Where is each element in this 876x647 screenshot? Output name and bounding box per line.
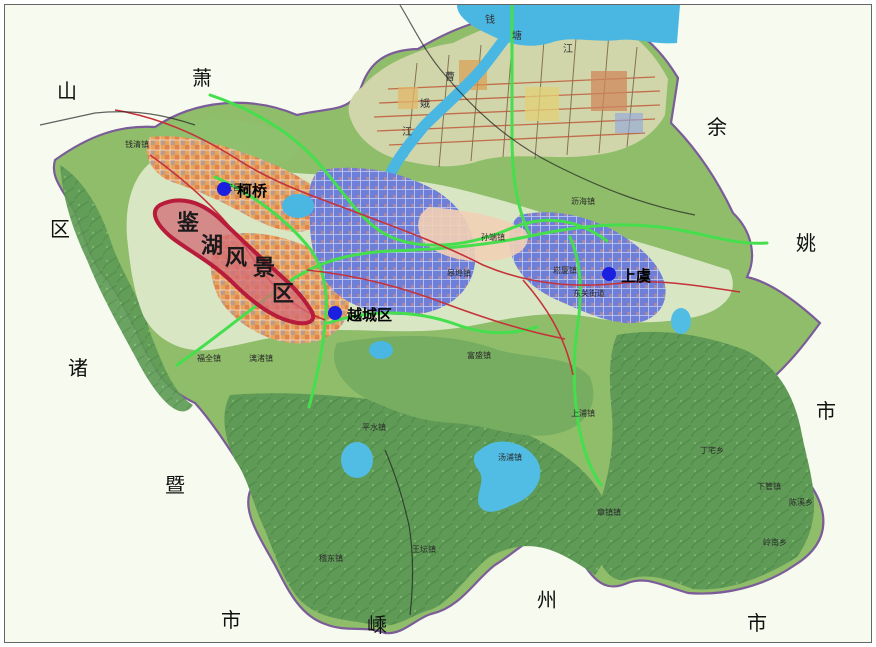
neighbor-label-xiaoshan-3: 区 (50, 217, 70, 241)
neighbor-label-yuyao-1: 余 (707, 115, 727, 139)
town-label: 东关街道 (573, 288, 605, 298)
neighbor-label-zhuji-2: 暨 (165, 473, 185, 497)
river-char-4: 曹 (445, 70, 455, 83)
neighbor-label-zhuji-1: 诸 (68, 356, 88, 380)
town-label: 福全镇 (197, 353, 221, 363)
scenic-char-2: 湖 (201, 234, 223, 259)
town-label: 陈溪乡 (789, 497, 813, 507)
scenic-char-1: 鉴 (176, 211, 200, 236)
jianhu-lake (282, 194, 314, 218)
river-char-5: 娥 (420, 98, 430, 110)
town-label: 富盛镇 (467, 350, 491, 360)
river-char-1: 钱 (485, 13, 495, 26)
river-char-2: 塘 (512, 29, 522, 42)
neighbor-label-zhuji-3: 市 (221, 608, 241, 632)
town-label: 孙端镇 (481, 232, 505, 242)
yuecheng-label: 越城区 (346, 306, 392, 324)
town-label: 下管镇 (757, 481, 781, 491)
neighbor-label-yuyao-2: 姚 (796, 231, 816, 255)
town-label: 皋埠镇 (447, 268, 471, 278)
town-label: 章镇镇 (597, 507, 621, 517)
neighbor-label-shengzhou-1: 嵊 (367, 613, 387, 637)
town-label: 稽东镇 (319, 553, 343, 563)
town-label: 钱清镇 (125, 139, 149, 149)
river-char-6: 江 (402, 126, 412, 138)
town-label: 崧厦镇 (553, 265, 577, 275)
river-char-3: 江 (563, 43, 573, 55)
neighbor-label-shengzhou-3: 市 (747, 611, 767, 635)
keqiao-label: 柯桥 (237, 182, 268, 200)
town-label: 王坛镇 (412, 544, 436, 554)
neighbor-label-xiaoshan-1: 萧 (192, 66, 212, 90)
neighbor-label-shengzhou-2: 州 (537, 588, 557, 612)
scenic-char-4: 景 (253, 256, 275, 281)
neighbor-label-xiaoshan-2: 山 (57, 79, 77, 103)
lake-central (369, 341, 393, 359)
keqiao-marker[interactable] (217, 182, 231, 196)
town-label: 漓渚镇 (249, 353, 273, 363)
lake-east (671, 308, 691, 334)
shangyu-marker[interactable] (602, 267, 616, 281)
town-label: 丁宅乡 (700, 445, 724, 455)
neighbor-label-yuyao-3: 市 (816, 399, 836, 423)
shangyu-label: 上虞 (621, 267, 652, 285)
town-label: 平水镇 (362, 422, 386, 432)
town-label: 岭南乡 (763, 537, 787, 547)
town-label: 上浦镇 (571, 408, 595, 418)
map-frame: 钱 塘 江 曹 娥 江 钱清镇 安昌镇 平水镇 汤浦镇 上浦镇 章镇镇 岭南乡 … (4, 4, 872, 643)
scenic-char-5: 区 (272, 282, 294, 307)
town-label: 沥海镇 (571, 196, 595, 206)
town-label: 汤浦镇 (498, 452, 522, 462)
scenic-char-3: 风 (225, 246, 247, 271)
shaoxing-map: 钱 塘 江 曹 娥 江 钱清镇 安昌镇 平水镇 汤浦镇 上浦镇 章镇镇 岭南乡 … (39, 5, 836, 637)
yuecheng-marker[interactable] (328, 306, 342, 320)
lake-southwest (341, 442, 373, 478)
